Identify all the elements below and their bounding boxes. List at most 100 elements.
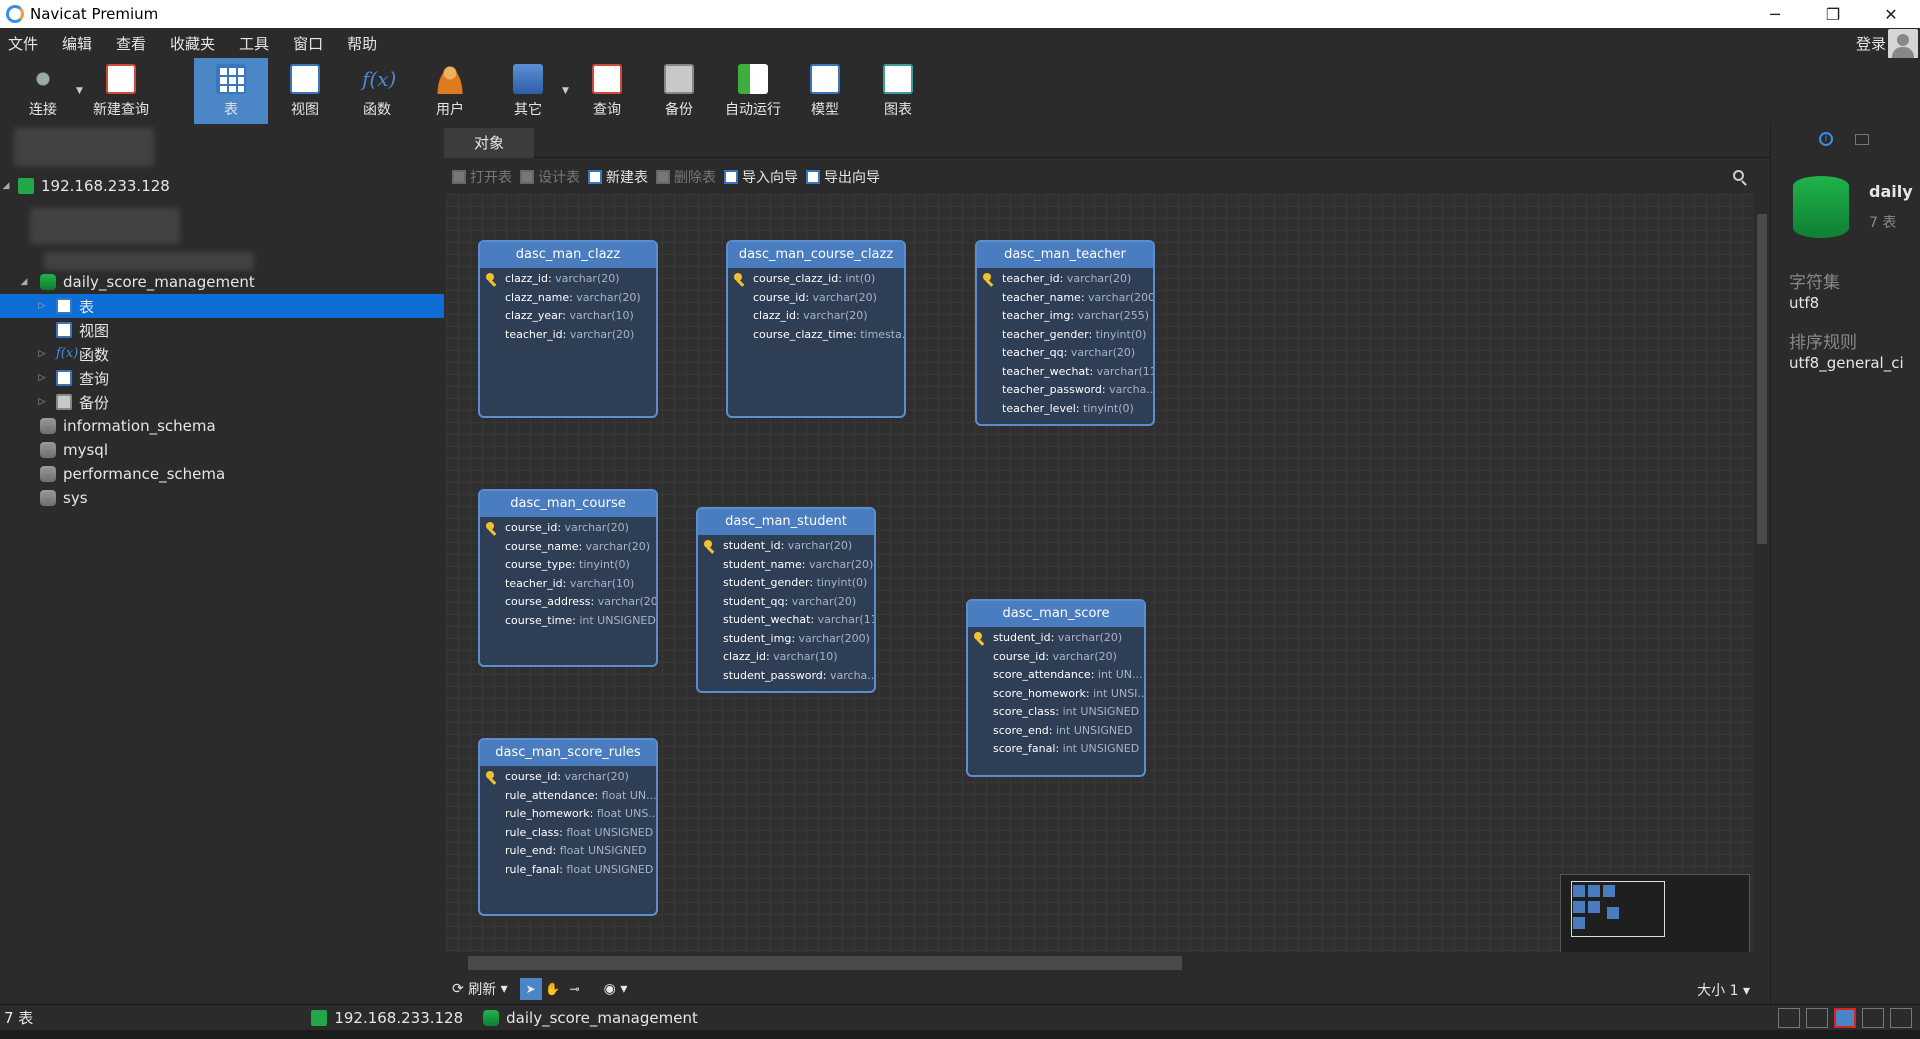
- entity-field[interactable]: teacher_level: tinyint(0): [977, 400, 1153, 419]
- entity-table[interactable]: dasc_man_course course_id: varchar(20) cou…: [478, 489, 658, 667]
- model-button[interactable]: 模型: [800, 58, 850, 124]
- connector-tool-icon[interactable]: ⊸: [564, 978, 586, 1000]
- horizontal-scrollbar[interactable]: [446, 952, 1754, 972]
- entity-field[interactable]: course_id: varchar(20): [728, 289, 904, 308]
- new-query-button[interactable]: 新建查询: [88, 58, 154, 124]
- query-button[interactable]: 查询: [582, 58, 632, 124]
- size-selector[interactable]: 大小 1 ▾: [1697, 980, 1750, 1000]
- scroll-thumb[interactable]: [468, 956, 1182, 970]
- menu-favorites[interactable]: 收藏夹: [170, 33, 215, 54]
- entity-table[interactable]: dasc_man_score student_id: varchar(20) cou…: [966, 599, 1146, 777]
- tree-item-queries[interactable]: ▷ 查询: [0, 366, 444, 390]
- entity-field[interactable]: rule_end: float UNSIGNED: [480, 842, 656, 861]
- entity-table[interactable]: dasc_man_score_rules course_id: varchar(2…: [478, 738, 658, 916]
- collapse-arrow-icon[interactable]: ◢: [18, 277, 30, 287]
- scroll-thumb[interactable]: [1757, 214, 1767, 544]
- entity-field[interactable]: clazz_id: varchar(20): [728, 307, 904, 326]
- entity-field[interactable]: student_img: varchar(200): [698, 630, 874, 649]
- delete-table-button[interactable]: 删除表: [656, 167, 716, 187]
- entity-field[interactable]: student_gender: tinyint(0): [698, 574, 874, 593]
- search-icon[interactable]: [1733, 170, 1744, 181]
- expand-arrow-icon[interactable]: ▷: [36, 373, 48, 383]
- entity-field[interactable]: course_clazz_time: timesta...: [728, 326, 904, 345]
- entity-field[interactable]: score_homework: int UNSI...: [968, 685, 1144, 704]
- menu-view[interactable]: 查看: [116, 33, 146, 54]
- minimap[interactable]: − +: [1560, 874, 1750, 952]
- entity-field[interactable]: score_attendance: int UN...: [968, 666, 1144, 685]
- menu-help[interactable]: 帮助: [347, 33, 377, 54]
- open-table-button[interactable]: 打开表: [452, 167, 512, 187]
- database-node[interactable]: mysql: [0, 438, 444, 462]
- entity-field[interactable]: student_id: varchar(20): [698, 537, 874, 556]
- expand-arrow-icon[interactable]: ▷: [36, 301, 48, 311]
- entity-field[interactable]: score_fanal: int UNSIGNED: [968, 740, 1144, 759]
- close-button[interactable]: ✕: [1862, 0, 1920, 28]
- color-picker-icon[interactable]: ◉ ▾: [604, 981, 628, 997]
- entity-field[interactable]: clazz_name: varchar(20): [480, 289, 656, 308]
- entity-header[interactable]: dasc_man_teacher: [977, 242, 1153, 268]
- tree-item-functions[interactable]: ▷ f(x) 函数: [0, 342, 444, 366]
- menu-tools[interactable]: 工具: [239, 33, 269, 54]
- tree-item-tables[interactable]: ▷ 表: [0, 294, 444, 318]
- menu-edit[interactable]: 编辑: [62, 33, 92, 54]
- entity-field[interactable]: teacher_id: varchar(20): [480, 326, 656, 345]
- connect-dropdown-icon[interactable]: ▼: [76, 86, 83, 96]
- vertical-scrollbar[interactable]: [1754, 194, 1770, 952]
- entity-header[interactable]: dasc_man_course: [480, 491, 656, 517]
- menu-file[interactable]: 文件: [8, 33, 38, 54]
- entity-field[interactable]: clazz_id: varchar(10): [698, 648, 874, 667]
- entity-header[interactable]: dasc_man_course_clazz: [728, 242, 904, 268]
- er-diagram-canvas[interactable]: dasc_man_clazz clazz_id: varchar(20) clazz…: [446, 194, 1754, 952]
- entity-table[interactable]: dasc_man_clazz clazz_id: varchar(20) clazz…: [478, 240, 658, 418]
- entity-field[interactable]: score_end: int UNSIGNED: [968, 722, 1144, 741]
- entity-field[interactable]: course_address: varchar(20): [480, 593, 656, 612]
- entity-field[interactable]: student_wechat: varchar(11): [698, 611, 874, 630]
- entity-field[interactable]: clazz_id: varchar(20): [480, 270, 656, 289]
- entity-table[interactable]: dasc_man_student student_id: varchar(20) s…: [696, 507, 876, 693]
- other-button[interactable]: 其它: [503, 58, 553, 124]
- connection-node[interactable]: ◢ 192.168.233.128: [0, 174, 444, 198]
- tab-objects[interactable]: 对象: [444, 128, 534, 158]
- entity-field[interactable]: teacher_id: varchar(20): [977, 270, 1153, 289]
- entity-field[interactable]: course_time: int UNSIGNED: [480, 612, 656, 631]
- entity-header[interactable]: dasc_man_student: [698, 509, 874, 535]
- grid-view-icon[interactable]: [1778, 1008, 1800, 1028]
- entity-header[interactable]: dasc_man_clazz: [480, 242, 656, 268]
- entity-field[interactable]: student_name: varchar(20): [698, 556, 874, 575]
- pointer-tool-icon[interactable]: ➤: [519, 978, 542, 1000]
- entity-field[interactable]: teacher_gender: tinyint(0): [977, 326, 1153, 345]
- auto-run-button[interactable]: 自动运行: [720, 58, 786, 124]
- database-node[interactable]: sys: [0, 486, 444, 510]
- entity-field[interactable]: teacher_wechat: varchar(11): [977, 363, 1153, 382]
- minimize-button[interactable]: ─: [1746, 0, 1804, 28]
- menu-window[interactable]: 窗口: [293, 33, 323, 54]
- entity-field[interactable]: score_class: int UNSIGNED: [968, 703, 1144, 722]
- backup-button[interactable]: 备份: [654, 58, 704, 124]
- entity-field[interactable]: student_id: varchar(20): [968, 629, 1144, 648]
- user-button[interactable]: 用户: [425, 58, 475, 124]
- right-pane-toggle-icon[interactable]: [1890, 1008, 1912, 1028]
- info-icon[interactable]: i: [1819, 132, 1833, 146]
- entity-field[interactable]: rule_attendance: float UN...: [480, 787, 656, 806]
- refresh-button[interactable]: ⟳ 刷新 ▾: [452, 979, 508, 999]
- entity-field[interactable]: course_name: varchar(20): [480, 538, 656, 557]
- entity-table[interactable]: dasc_man_course_clazz course_clazz_id: in…: [726, 240, 906, 418]
- entity-field[interactable]: teacher_name: varchar(200): [977, 289, 1153, 308]
- entity-header[interactable]: dasc_man_score: [968, 601, 1144, 627]
- entity-field[interactable]: teacher_id: varchar(10): [480, 575, 656, 594]
- connect-button[interactable]: 连接: [18, 58, 68, 124]
- hand-tool-icon[interactable]: ✋: [542, 978, 564, 1000]
- er-diagram-view-icon[interactable]: [1834, 1008, 1856, 1028]
- import-wizard-button[interactable]: 导入向导: [724, 167, 798, 187]
- entity-field[interactable]: student_qq: varchar(20): [698, 593, 874, 612]
- expand-arrow-icon[interactable]: ▷: [36, 397, 48, 407]
- other-dropdown-icon[interactable]: ▼: [562, 86, 569, 96]
- entity-header[interactable]: dasc_man_score_rules: [480, 740, 656, 766]
- avatar[interactable]: [1888, 29, 1918, 59]
- tree-item-views[interactable]: 视图: [0, 318, 444, 342]
- entity-field[interactable]: rule_class: float UNSIGNED: [480, 824, 656, 843]
- export-wizard-button[interactable]: 导出向导: [806, 167, 880, 187]
- entity-field[interactable]: course_clazz_id: int(0): [728, 270, 904, 289]
- function-button[interactable]: f(x) 函数: [352, 58, 402, 124]
- restore-button[interactable]: ❐: [1804, 0, 1862, 28]
